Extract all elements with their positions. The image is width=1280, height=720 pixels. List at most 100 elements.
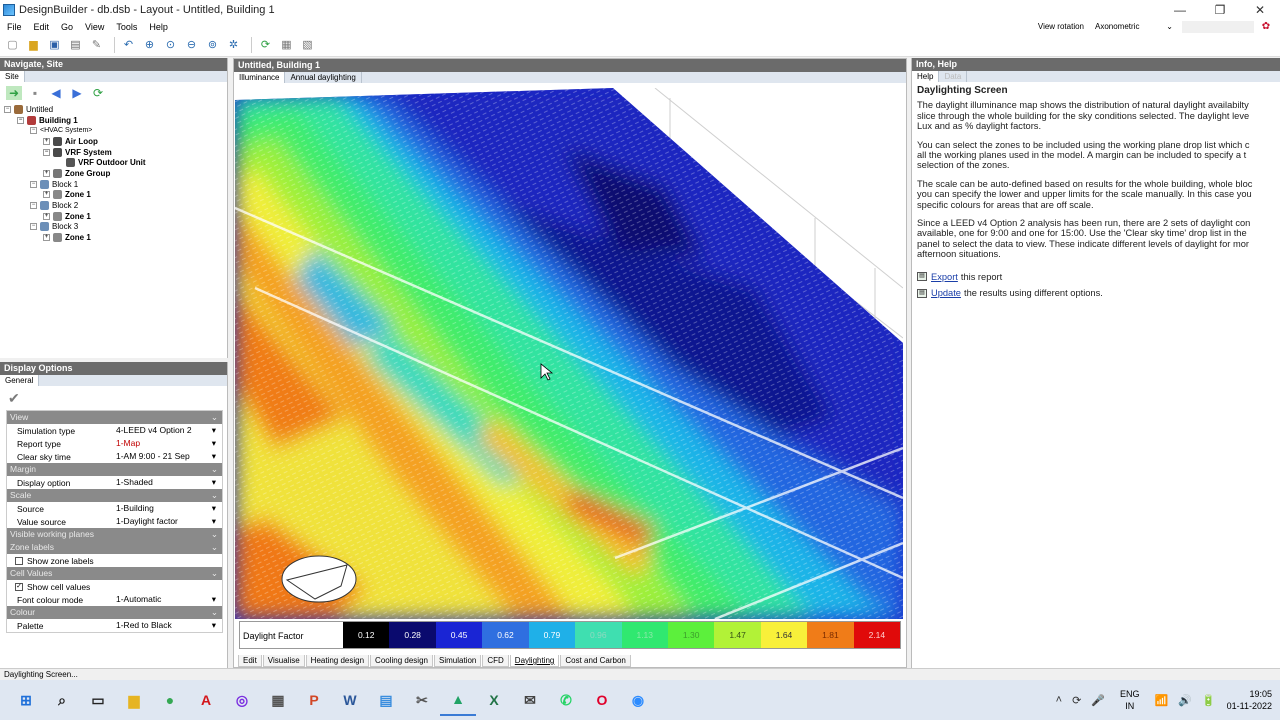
checkbox[interactable] (15, 556, 23, 565)
chevron-down-icon[interactable]: ⌄ (211, 463, 218, 476)
options-section[interactable]: Colour ⌄ (7, 606, 222, 619)
report-icon[interactable]: ▦ (278, 36, 295, 53)
tree-node[interactable]: − Untitled (4, 104, 227, 115)
wrench-icon[interactable]: ✎ (88, 36, 105, 53)
search-icon[interactable]: ⌕ (44, 684, 80, 716)
expand-icon[interactable]: + (43, 234, 50, 242)
notepad-icon[interactable]: ▤ (368, 684, 404, 716)
tree-node[interactable]: VRF Outdoor Unit (4, 157, 227, 168)
close-button[interactable]: ✕ (1240, 0, 1280, 20)
daylight-map[interactable] (235, 88, 903, 619)
word-icon[interactable]: W (332, 684, 368, 716)
option-select[interactable]: 4-LEED v4 Option 2 ▾ (115, 425, 222, 436)
powerpoint-icon[interactable]: P (296, 684, 332, 716)
option-select[interactable]: 1-Red to Black ▾ (115, 620, 222, 631)
microphone-icon[interactable]: 🎤 (1091, 694, 1105, 707)
menu-go[interactable]: Go (54, 22, 78, 32)
checkbox-row[interactable]: Show zone labels (7, 554, 222, 567)
tree-node[interactable]: + Zone 1 (4, 211, 227, 222)
tab-cost-and-carbon[interactable]: Cost and Carbon (560, 655, 631, 667)
snipping-tool-icon[interactable]: ✂ (404, 684, 440, 716)
option-select[interactable]: 1-Daylight factor ▾ (115, 516, 222, 527)
options-section[interactable]: Margin ⌄ (7, 463, 222, 476)
chevron-down-icon[interactable]: ⌄ (211, 528, 218, 541)
tab-cfd[interactable]: CFD (482, 655, 509, 667)
tree-node[interactable]: − Block 1 (4, 179, 227, 190)
tree-node[interactable]: − Block 3 (4, 222, 227, 233)
whatsapp-icon[interactable]: ✆ (548, 684, 584, 716)
new-file-icon[interactable]: ▢ (4, 36, 21, 53)
tree-node[interactable]: − VRF System (4, 147, 227, 158)
option-select[interactable]: 1-Map ▾ (115, 438, 222, 449)
undo-icon[interactable]: ↶ (120, 36, 137, 53)
collapse-icon[interactable]: − (30, 127, 37, 135)
refresh-icon[interactable]: ⟳ (257, 36, 274, 53)
wifi-icon[interactable]: 📶 (1155, 694, 1169, 707)
chevron-down-icon[interactable]: ⌄ (211, 567, 218, 580)
chevron-down-icon[interactable]: ⌄ (211, 489, 218, 502)
collapse-icon[interactable]: − (4, 105, 11, 113)
remove-icon[interactable]: ▪ (27, 86, 43, 100)
option-select[interactable]: 1-Automatic ▾ (115, 594, 222, 605)
view-rotation-select[interactable]: Axonometric ⌄ (1092, 21, 1176, 33)
expand-icon[interactable]: + (43, 169, 50, 177)
expand-icon[interactable]: + (43, 191, 50, 199)
tree-node[interactable]: + Zone 1 (4, 190, 227, 201)
expand-icon[interactable]: + (43, 212, 50, 220)
options-section[interactable]: View ⌄ (7, 411, 222, 424)
options-section[interactable]: Visible working planes ⌄ (7, 528, 222, 541)
tab-site[interactable]: Site (0, 71, 25, 82)
collapse-icon[interactable]: − (30, 180, 37, 188)
collapse-icon[interactable]: − (43, 148, 50, 156)
zoom-extents-icon[interactable]: ⊚ (204, 36, 221, 53)
tab-help[interactable]: Help (912, 71, 940, 82)
layout-icon[interactable]: ▧ (299, 36, 316, 53)
app-purple-icon[interactable]: ◎ (224, 684, 260, 716)
add-icon[interactable]: ➜ (6, 86, 22, 100)
tree-node[interactable]: + Zone 1 (4, 232, 227, 243)
chevron-down-icon[interactable]: ⌄ (211, 606, 218, 619)
minimize-button[interactable]: — (1160, 0, 1200, 20)
collapse-icon[interactable]: − (17, 116, 24, 124)
options-section[interactable]: Scale ⌄ (7, 489, 222, 502)
restore-button[interactable]: ❐ (1200, 0, 1240, 20)
tab-illuminance[interactable]: Illuminance (234, 72, 286, 83)
menu-edit[interactable]: Edit (27, 22, 55, 32)
opera-icon[interactable]: O (584, 684, 620, 716)
menu-help[interactable]: Help (142, 22, 173, 32)
checkbox-row[interactable]: ✓ Show cell values (7, 580, 222, 593)
chevron-down-icon[interactable]: ⌄ (211, 411, 218, 424)
options-section[interactable]: Cell Values ⌄ (7, 567, 222, 580)
chrome-icon[interactable]: ● (152, 684, 188, 716)
tree-node[interactable]: + Air Loop (4, 136, 227, 147)
zoom-out-icon[interactable]: ⊖ (183, 36, 200, 53)
menu-tools[interactable]: Tools (109, 22, 142, 32)
tree-node[interactable]: − Building 1 (4, 115, 227, 126)
option-select[interactable]: 1-Building ▾ (115, 503, 222, 514)
language-indicator[interactable]: ENG IN (1120, 688, 1140, 712)
calculator-icon[interactable]: ▦ (260, 684, 296, 716)
file-explorer-icon[interactable]: ▆ (116, 684, 152, 716)
open-folder-icon[interactable]: ▆ (25, 36, 42, 53)
show-hidden-icons[interactable]: ˄ (1056, 694, 1062, 706)
save-icon[interactable]: ▣ (46, 36, 63, 53)
start-icon[interactable]: ⊞ (8, 684, 44, 716)
tab-daylighting[interactable]: Daylighting (509, 655, 560, 667)
sync-icon[interactable]: ⟳ (1072, 694, 1081, 707)
tab-edit[interactable]: Edit (238, 655, 262, 667)
tree-node[interactable]: − <HVAC System> (4, 125, 227, 136)
tab-data[interactable]: Data (939, 71, 968, 82)
collapse-icon[interactable]: − (30, 223, 37, 231)
tab-simulation[interactable]: Simulation (433, 655, 482, 667)
designbuilder-icon[interactable]: ▲ (440, 684, 476, 716)
tab-cooling-design[interactable]: Cooling design (370, 655, 433, 667)
back-arrow-icon[interactable]: ◀ (48, 86, 64, 100)
tree-node[interactable]: − Block 2 (4, 200, 227, 211)
chevron-down-icon[interactable]: ⌄ (211, 541, 218, 554)
excel-icon[interactable]: X (476, 684, 512, 716)
update-link[interactable]: Update (931, 288, 961, 298)
mail-icon[interactable]: ✉ (512, 684, 548, 716)
zoom-window-icon[interactable]: ⊙ (162, 36, 179, 53)
zoom-in-icon[interactable]: ⊕ (141, 36, 158, 53)
tab-general[interactable]: General (0, 375, 40, 386)
